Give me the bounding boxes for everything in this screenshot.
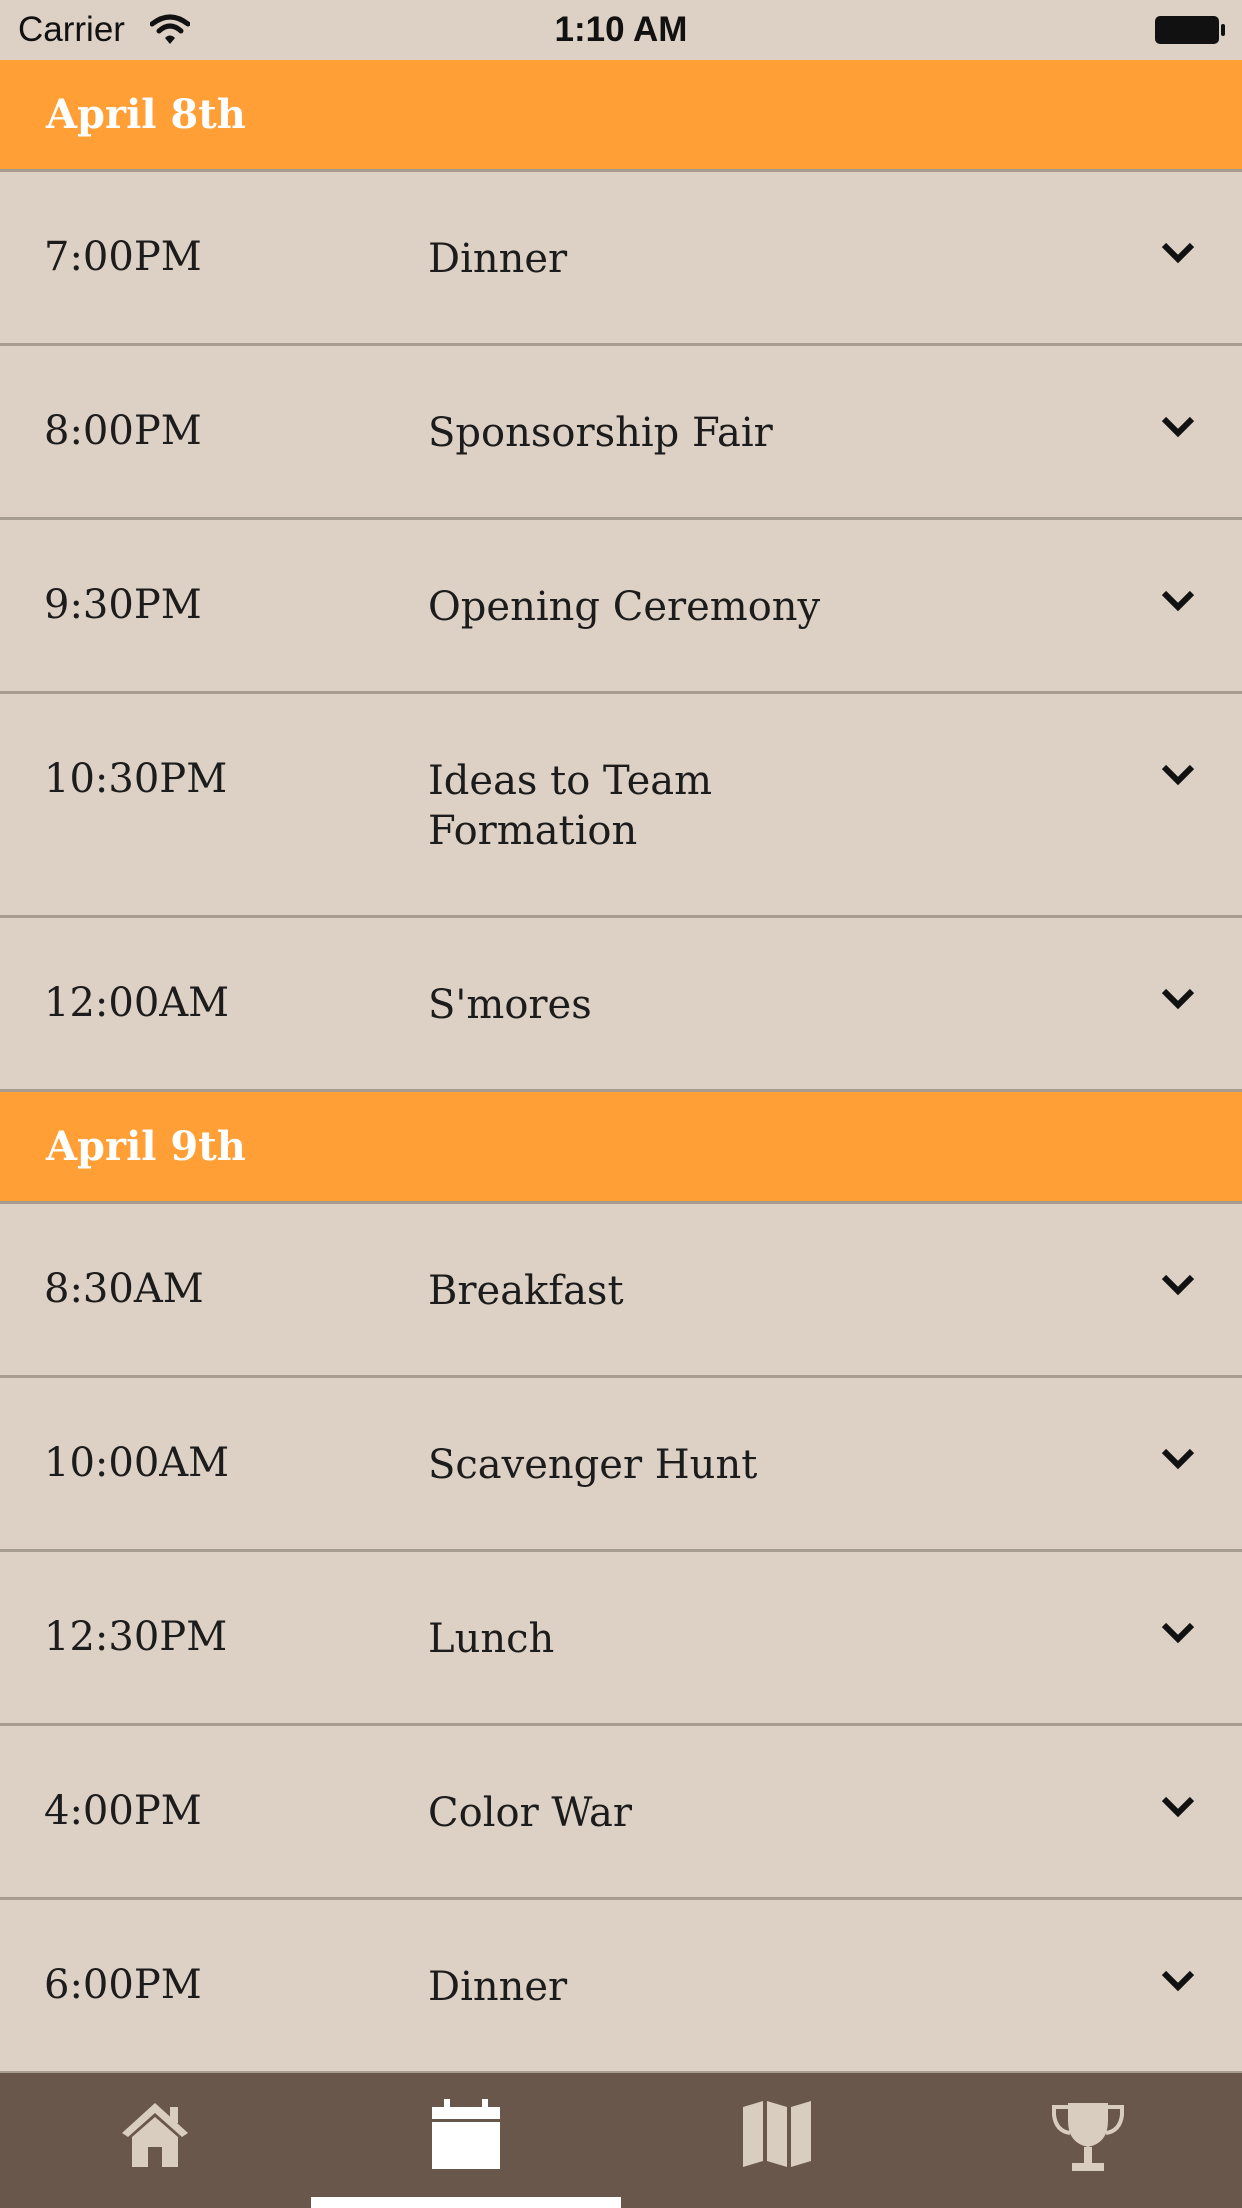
- event-row[interactable]: 12:30PM Lunch: [0, 1552, 1242, 1726]
- event-title: Dinner: [428, 1964, 568, 2010]
- event-row[interactable]: 10:00AM Scavenger Hunt: [0, 1378, 1242, 1552]
- clock: 1:10 AM: [554, 10, 688, 49]
- chevron-down-icon[interactable]: [1160, 1446, 1196, 1472]
- event-row[interactable]: 8:30AM Breakfast: [0, 1204, 1242, 1378]
- event-title: Color War: [428, 1790, 633, 1836]
- event-title: Breakfast: [428, 1268, 624, 1314]
- tab-home[interactable]: [0, 2073, 310, 2208]
- chevron-down-icon[interactable]: [1160, 414, 1196, 440]
- chevron-down-icon[interactable]: [1160, 1272, 1196, 1298]
- event-time: 6:00PM: [44, 1962, 202, 2008]
- map-icon: [743, 2101, 811, 2167]
- event-time: 10:30PM: [44, 756, 228, 802]
- event-title: Opening Ceremony: [428, 584, 821, 630]
- event-row[interactable]: 10:30PM Ideas to Team Formation: [0, 694, 1242, 918]
- tab-prizes[interactable]: [933, 2073, 1242, 2208]
- event-time: 7:00PM: [44, 234, 202, 280]
- status-bar: Carrier 1:10 AM: [0, 0, 1242, 60]
- event-time: 12:30PM: [44, 1614, 228, 1660]
- chevron-down-icon[interactable]: [1160, 986, 1196, 1012]
- chevron-down-icon[interactable]: [1160, 1794, 1196, 1820]
- trophy-icon: [1052, 2103, 1124, 2171]
- tab-bar: [0, 2073, 1242, 2208]
- selected-tab-indicator: [311, 2197, 621, 2208]
- event-time: 10:00AM: [44, 1440, 230, 1486]
- event-title: Ideas to Team Formation: [428, 758, 713, 854]
- chevron-down-icon[interactable]: [1160, 1968, 1196, 1994]
- event-title: Lunch: [428, 1616, 555, 1662]
- event-row[interactable]: 12:00AM S'mores: [0, 918, 1242, 1092]
- event-time: 4:00PM: [44, 1788, 202, 1834]
- event-row[interactable]: 8:00PM Sponsorship Fair: [0, 346, 1242, 520]
- event-title: Sponsorship Fair: [428, 410, 773, 456]
- event-time: 9:30PM: [44, 582, 202, 628]
- chevron-down-icon[interactable]: [1160, 762, 1196, 788]
- event-title: S'mores: [428, 982, 592, 1028]
- tab-schedule[interactable]: [311, 2073, 621, 2208]
- day-header: April 9th: [0, 1092, 1242, 1204]
- home-icon: [122, 2103, 188, 2167]
- day-header: April 8th: [0, 60, 1242, 172]
- event-title: Dinner: [428, 236, 568, 282]
- calendar-icon: [432, 2099, 500, 2169]
- event-row[interactable]: 9:30PM Opening Ceremony: [0, 520, 1242, 694]
- event-title: Scavenger Hunt: [428, 1442, 758, 1488]
- event-row[interactable]: 4:00PM Color War: [0, 1726, 1242, 1900]
- event-row[interactable]: 7:00PM Dinner: [0, 172, 1242, 346]
- schedule-list: April 8th 7:00PM Dinner 8:00PM Sponsorsh…: [0, 60, 1242, 2074]
- event-row[interactable]: 6:00PM Dinner: [0, 1900, 1242, 2074]
- tab-map[interactable]: [622, 2073, 932, 2208]
- event-time: 12:00AM: [44, 980, 230, 1026]
- battery-icon: [1155, 16, 1225, 44]
- event-time: 8:30AM: [44, 1266, 204, 1312]
- event-time: 8:00PM: [44, 408, 202, 454]
- chevron-down-icon[interactable]: [1160, 588, 1196, 614]
- chevron-down-icon[interactable]: [1160, 1620, 1196, 1646]
- chevron-down-icon[interactable]: [1160, 240, 1196, 266]
